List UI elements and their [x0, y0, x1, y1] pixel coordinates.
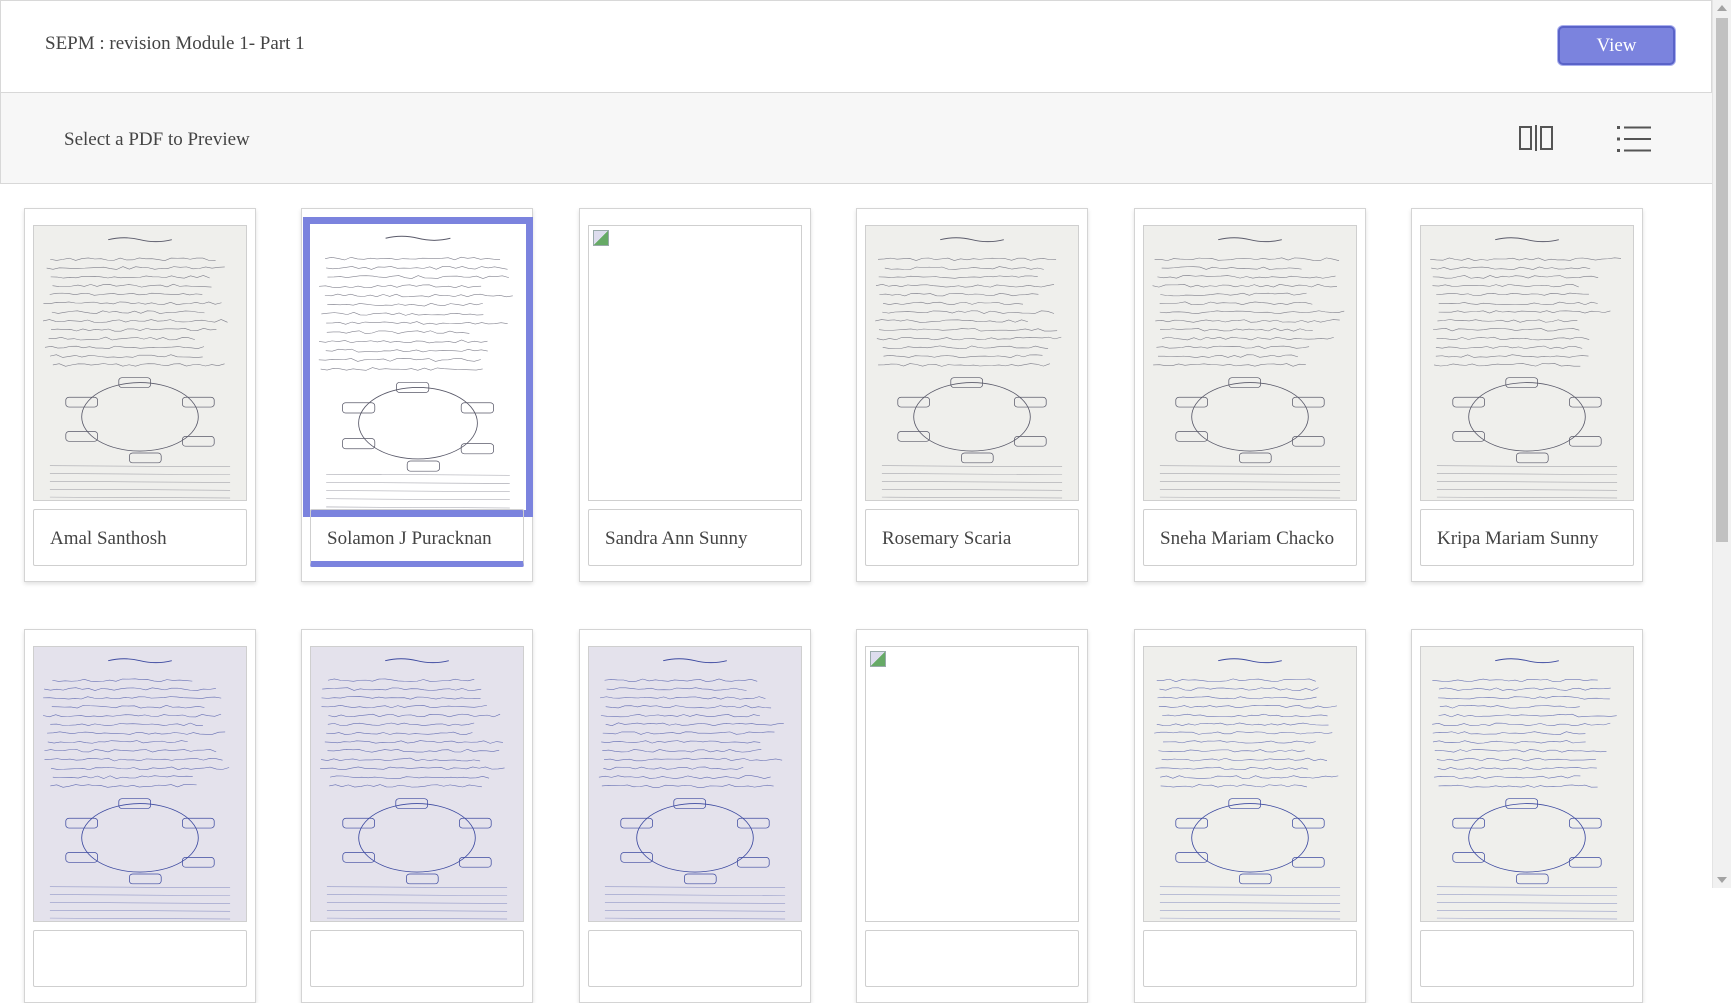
pdf-thumbnail[interactable]	[865, 646, 1079, 922]
pdf-name	[33, 930, 247, 987]
scroll-up-icon[interactable]	[1717, 5, 1727, 11]
view-button[interactable]: View	[1558, 26, 1675, 65]
pdf-card[interactable]: Sneha Mariam Chacko	[1134, 208, 1366, 582]
pdf-thumbnail[interactable]	[1420, 646, 1634, 922]
handwritten-page-image	[1421, 226, 1633, 500]
handwritten-page-image	[1144, 647, 1356, 921]
pdf-name	[1143, 930, 1357, 987]
handwritten-page-image	[34, 226, 246, 500]
handwritten-page-image	[1421, 647, 1633, 921]
pdf-card[interactable]: Kripa Mariam Sunny	[1411, 208, 1643, 582]
toolbar-label: Select a PDF to Preview	[64, 129, 250, 150]
scroll-thumb[interactable]	[1716, 18, 1728, 542]
pdf-thumbnail[interactable]	[1143, 225, 1357, 501]
vertical-scrollbar[interactable]	[1712, 0, 1731, 888]
handwritten-page-image	[866, 226, 1078, 500]
pdf-name: Sneha Mariam Chacko	[1143, 509, 1357, 566]
pdf-thumbnail[interactable]	[588, 646, 802, 922]
handwritten-page-image	[311, 647, 523, 921]
handwritten-page-image	[310, 224, 526, 510]
grid-view-icon[interactable]	[1518, 125, 1554, 151]
pdf-thumbnail[interactable]	[33, 225, 247, 501]
pdf-card[interactable]	[1134, 629, 1366, 1003]
pdf-card[interactable]	[579, 629, 811, 1003]
header-bar: SEPM : revision Module 1- Part 1 View	[0, 0, 1712, 93]
pdf-thumbnail[interactable]	[303, 217, 533, 517]
pdf-name: Amal Santhosh	[33, 509, 247, 566]
pdf-card[interactable]	[301, 629, 533, 1003]
pdf-thumbnail[interactable]	[33, 646, 247, 922]
pdf-name	[1420, 930, 1634, 987]
pdf-card[interactable]	[1411, 629, 1643, 1003]
pdf-thumbnail[interactable]	[865, 225, 1079, 501]
pdf-card[interactable]: Amal Santhosh	[24, 208, 256, 582]
pdf-name: Solamon J Puracknan	[310, 509, 524, 567]
pdf-card[interactable]: Solamon J Puracknan	[301, 208, 533, 582]
pdf-card[interactable]: Rosemary Scaria	[856, 208, 1088, 582]
pdf-name	[588, 930, 802, 987]
pdf-thumbnail[interactable]	[1420, 225, 1634, 501]
pdf-name: Kripa Mariam Sunny	[1420, 509, 1634, 566]
handwritten-page-image	[589, 647, 801, 921]
broken-image-icon	[870, 651, 886, 667]
scroll-down-icon[interactable]	[1717, 877, 1727, 883]
pdf-card[interactable]	[856, 629, 1088, 1003]
handwritten-page-image	[34, 647, 246, 921]
pdf-name: Rosemary Scaria	[865, 509, 1079, 566]
page-title: SEPM : revision Module 1- Part 1	[45, 33, 305, 54]
broken-image-icon	[593, 230, 609, 246]
pdf-thumbnail[interactable]	[1143, 646, 1357, 922]
preview-toolbar: Select a PDF to Preview	[0, 93, 1712, 184]
list-view-icon[interactable]	[1617, 125, 1651, 153]
handwritten-page-image	[1144, 226, 1356, 500]
pdf-card[interactable]	[24, 629, 256, 1003]
pdf-name	[310, 930, 524, 987]
pdf-thumbnail[interactable]	[310, 646, 524, 922]
pdf-card[interactable]: Sandra Ann Sunny	[579, 208, 811, 582]
pdf-name	[865, 930, 1079, 987]
pdf-name: Sandra Ann Sunny	[588, 509, 802, 566]
pdf-thumbnail[interactable]	[588, 225, 802, 501]
